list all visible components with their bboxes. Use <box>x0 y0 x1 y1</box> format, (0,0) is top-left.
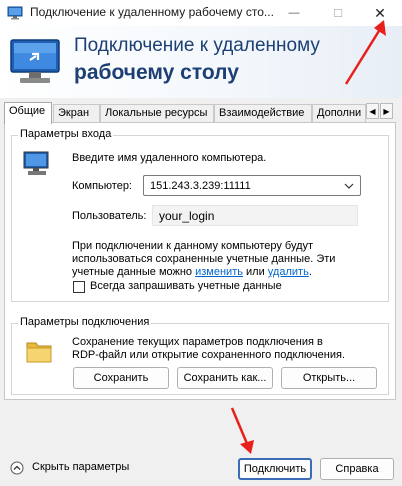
tab-scroll-left-button[interactable]: ◀ <box>366 103 379 119</box>
triangle-left-icon: ◀ <box>369 106 376 116</box>
connection-desc-line-1: Сохранение текущих параметров подключени… <box>72 336 323 348</box>
connection-description: Сохранение текущих параметров подключени… <box>72 336 382 362</box>
computer-label: Компьютер: <box>72 180 132 192</box>
tab-scroll-right-button[interactable]: ▶ <box>380 103 393 119</box>
computer-icon <box>23 151 49 175</box>
maximize-icon: ☐ <box>333 7 343 20</box>
computer-combobox[interactable]: 151.243.3.239:11111 <box>143 175 361 196</box>
tab-strip: Общие Экран Локальные ресурсы Взаимодейс… <box>4 102 400 124</box>
title-bar: Подключение к удаленному рабочему сто...… <box>0 0 402 26</box>
tab-local-resources[interactable]: Локальные ресурсы <box>100 104 214 123</box>
login-group-title: Параметры входа <box>18 128 114 140</box>
banner-title-line2: рабочему столу <box>74 61 239 84</box>
connect-button[interactable]: Подключить <box>238 458 312 480</box>
help-button[interactable]: Справка <box>320 458 394 480</box>
remote-desktop-app-icon <box>7 6 23 20</box>
minimize-button[interactable]: — <box>272 0 316 26</box>
delete-credentials-link[interactable]: удалить <box>268 266 309 278</box>
tab-advanced[interactable]: Дополни <box>312 104 366 123</box>
always-ask-label[interactable]: Всегда запрашивать учетные данные <box>90 280 282 292</box>
user-label: Пользователь: <box>72 210 147 222</box>
connection-settings-group: Параметры подключения Сохранение текущих… <box>11 316 389 395</box>
header-banner: Подключение к удаленному рабочему столу <box>0 26 402 98</box>
connection-desc-line-2: RDP-файл или открытие сохраненного подкл… <box>72 349 345 361</box>
triangle-right-icon: ▶ <box>383 106 390 116</box>
info-line-2: использоваться сохраненные учетные данны… <box>72 253 336 265</box>
info-line-3-suffix: . <box>308 266 312 278</box>
minimize-icon: — <box>288 7 300 19</box>
general-tab-panel: Параметры входа Введите имя удаленного к… <box>4 122 396 400</box>
user-value: your_login <box>152 205 358 226</box>
edit-credentials-link[interactable]: изменить <box>195 266 243 278</box>
computer-value: 151.243.3.239:11111 <box>150 180 251 192</box>
tab-display[interactable]: Экран <box>53 104 100 123</box>
open-button[interactable]: Открыть... <box>281 367 377 389</box>
chevron-down-icon <box>344 183 354 189</box>
login-settings-group: Параметры входа Введите имя удаленного к… <box>11 128 389 302</box>
maximize-button[interactable]: ☐ <box>316 0 360 26</box>
always-ask-checkbox[interactable] <box>73 281 85 293</box>
remote-desktop-logo-icon <box>10 39 60 83</box>
window-title: Подключение к удаленному рабочему сто... <box>30 5 274 19</box>
info-line-3-prefix: учетные данные можно <box>72 266 196 278</box>
computer-prompt-text: Введите имя удаленного компьютера. <box>72 152 267 164</box>
close-button[interactable]: ✕ <box>358 0 402 26</box>
saved-credentials-info: При подключении к данному компьютеру буд… <box>72 240 382 279</box>
save-as-button[interactable]: Сохранить как... <box>177 367 273 389</box>
banner-title-line1: Подключение к удаленному <box>74 35 320 56</box>
save-button[interactable]: Сохранить <box>73 367 169 389</box>
connection-group-title: Параметры подключения <box>18 316 152 328</box>
tab-experience[interactable]: Взаимодействие <box>214 104 312 123</box>
info-line-1: При подключении к данному компьютеру буд… <box>72 240 314 252</box>
hide-options-toggle[interactable]: Скрыть параметры <box>10 460 140 476</box>
tab-general[interactable]: Общие <box>4 102 52 124</box>
annotation-arrow-connect <box>230 407 254 454</box>
folder-icon <box>26 342 52 363</box>
info-line-3-mid: или <box>242 266 268 278</box>
chevron-up-circle-icon <box>10 461 24 475</box>
hide-options-label: Скрыть параметры <box>32 461 130 473</box>
info-line-3: учетные данные можно изменить или удалит… <box>72 266 382 279</box>
close-icon: ✕ <box>374 4 386 21</box>
